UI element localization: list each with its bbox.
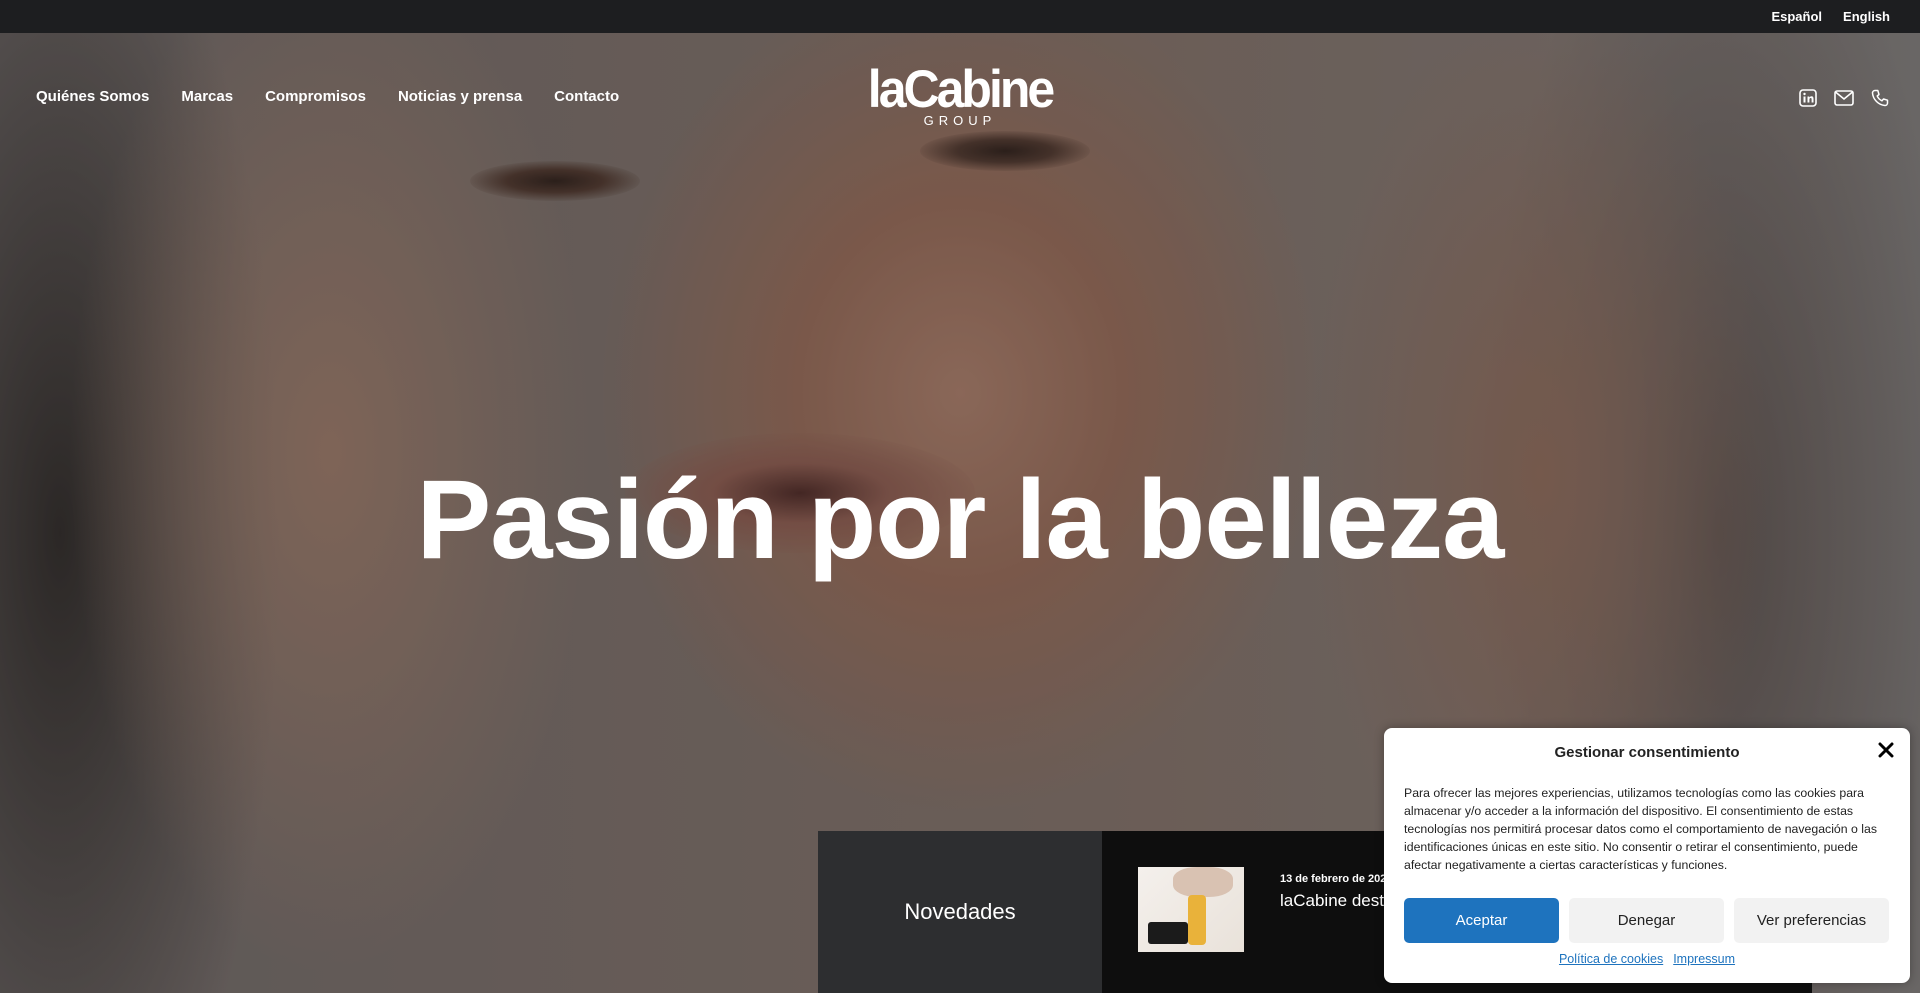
hero-image-eye-right [920, 131, 1090, 171]
language-espanol-link[interactable]: Español [1771, 9, 1822, 24]
nav-item-compromisos[interactable]: Compromisos [265, 88, 366, 105]
deny-button[interactable]: Denegar [1569, 898, 1724, 943]
news-thumbnail-image [1138, 867, 1244, 952]
consent-buttons: Aceptar Denegar Ver preferencias [1404, 898, 1889, 943]
main-navigation: Quiénes Somos Marcas Compromisos Noticia… [36, 88, 619, 105]
site-logo[interactable]: laCabine GROUP [860, 59, 1060, 127]
accept-button[interactable]: Aceptar [1404, 898, 1559, 943]
language-bar: Español English [0, 0, 1920, 33]
nav-item-quienes-somos[interactable]: Quiénes Somos [36, 88, 149, 105]
news-section-label: Novedades [818, 831, 1102, 993]
hero-image-eye-left [470, 161, 640, 201]
consent-description: Para ofrecer las mejores experiencias, u… [1404, 786, 1878, 872]
news-title[interactable]: laCabine desta [1280, 891, 1393, 911]
nav-item-marcas[interactable]: Marcas [181, 88, 233, 105]
cookie-policy-link[interactable]: Política de cookies [1559, 952, 1663, 966]
news-date: 13 de febrero de 202 [1280, 873, 1387, 885]
close-icon[interactable] [1876, 740, 1896, 760]
consent-links: Política de cookies Impressum [1384, 952, 1910, 966]
phone-icon[interactable] [1870, 88, 1890, 108]
view-preferences-button[interactable]: Ver preferencias [1734, 898, 1889, 943]
logo-wordmark: laCabine [867, 59, 1055, 119]
cookie-consent-dialog: Gestionar consentimiento Para ofrecer la… [1384, 728, 1910, 983]
impressum-link[interactable]: Impressum [1673, 952, 1735, 966]
nav-item-contacto[interactable]: Contacto [554, 88, 619, 105]
social-links [1798, 88, 1890, 108]
mail-icon[interactable] [1834, 88, 1854, 108]
linkedin-icon[interactable] [1798, 88, 1818, 108]
consent-title: Gestionar consentimiento [1554, 744, 1740, 761]
nav-item-noticias-prensa[interactable]: Noticias y prensa [398, 88, 522, 105]
language-english-link[interactable]: English [1843, 9, 1890, 24]
hero-headline: Pasión por la belleza [416, 457, 1505, 582]
